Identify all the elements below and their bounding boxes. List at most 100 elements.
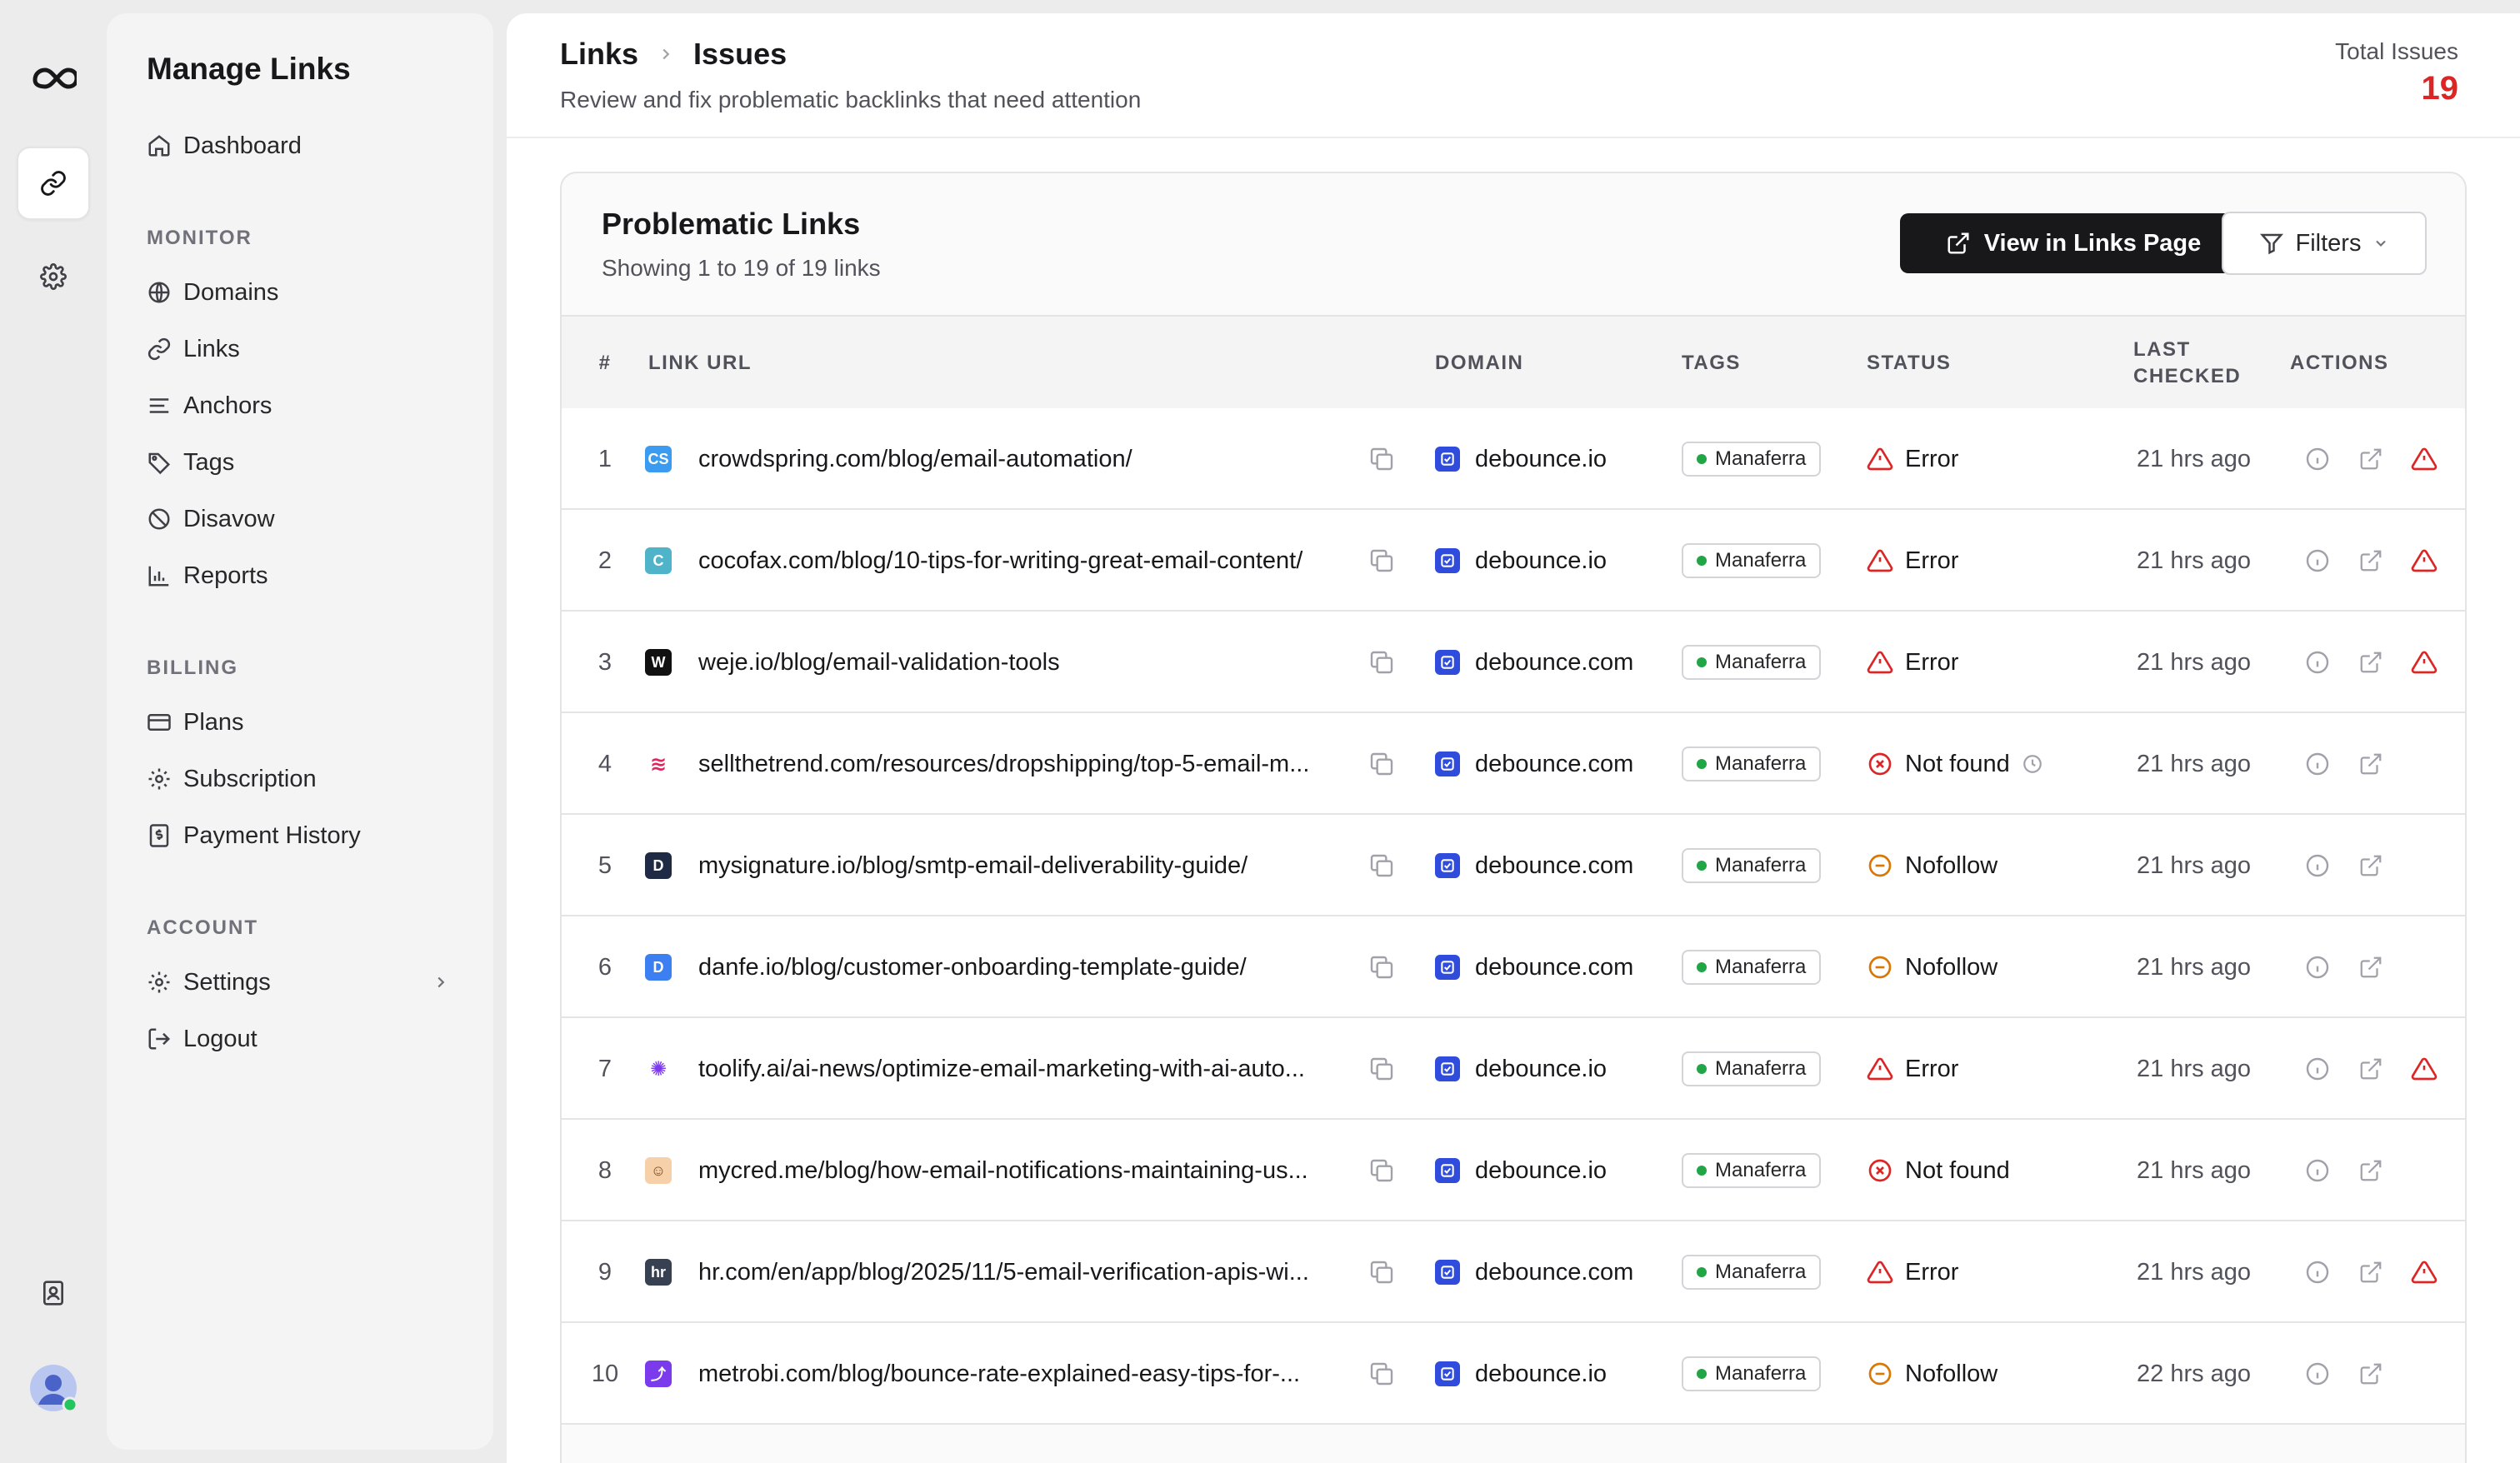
warning-triangle-icon[interactable]: [2410, 1056, 2438, 1082]
copy-icon[interactable]: [1368, 1221, 1398, 1323]
copy-icon[interactable]: [1368, 1323, 1398, 1425]
open-external-icon[interactable]: [2357, 955, 2385, 980]
copy-icon[interactable]: [1368, 612, 1398, 713]
tag-badge[interactable]: Manaferra: [1682, 645, 1822, 680]
warning-triangle-icon[interactable]: [2410, 1259, 2438, 1286]
info-icon[interactable]: [2303, 1056, 2332, 1082]
tag-badge[interactable]: Manaferra: [1682, 442, 1822, 477]
open-external-icon[interactable]: [2357, 548, 2385, 573]
copy-icon[interactable]: [1368, 1120, 1398, 1221]
sidebar-item-reports[interactable]: Reports: [140, 552, 467, 600]
table-row[interactable]: 5 D mysignature.io/blog/smtp-email-deliv…: [562, 815, 2465, 916]
breadcrumb-links[interactable]: Links: [560, 37, 638, 72]
tag-badge[interactable]: Manaferra: [1682, 1051, 1822, 1086]
col-link-url[interactable]: LINK URL: [648, 317, 752, 410]
tag-badge[interactable]: Manaferra: [1682, 1153, 1822, 1188]
open-external-icon[interactable]: [2357, 1158, 2385, 1183]
link-url[interactable]: hr.com/en/app/blog/2025/11/5-email-verif…: [698, 1221, 1348, 1323]
domain-check-icon: [1435, 1056, 1460, 1081]
row-number: 10: [591, 1360, 619, 1387]
tag-badge[interactable]: Manaferra: [1682, 543, 1822, 578]
sidebar-item-links[interactable]: Links: [140, 325, 467, 373]
tag-badge[interactable]: Manaferra: [1682, 950, 1822, 985]
info-icon[interactable]: [2303, 1361, 2332, 1387]
link-url[interactable]: weje.io/blog/email-validation-tools: [698, 612, 1348, 713]
info-icon[interactable]: [2303, 1157, 2332, 1184]
col-tags[interactable]: TAGS: [1682, 317, 1741, 410]
warning-triangle-icon[interactable]: [2410, 547, 2438, 574]
contacts-rail-button[interactable]: [17, 1256, 90, 1330]
status-label: Nofollow: [1905, 851, 1998, 879]
sidebar-item-settings[interactable]: Settings: [140, 958, 467, 1006]
copy-icon[interactable]: [1368, 916, 1398, 1018]
last-checked: 21 hrs ago: [2137, 547, 2252, 574]
open-external-icon[interactable]: [2357, 751, 2385, 776]
open-external-icon[interactable]: [2357, 853, 2385, 878]
sidebar-item-domains[interactable]: Domains: [140, 268, 467, 317]
sidebar-item-payment-history[interactable]: Payment History: [140, 811, 467, 860]
copy-icon[interactable]: [1368, 1018, 1398, 1120]
link-url[interactable]: metrobi.com/blog/bounce-rate-explained-e…: [698, 1323, 1348, 1425]
tag-badge[interactable]: Manaferra: [1682, 1356, 1822, 1391]
avatar[interactable]: [17, 1351, 90, 1425]
copy-icon[interactable]: [1368, 815, 1398, 916]
view-in-links-page-button[interactable]: View in Links Page: [1900, 213, 2247, 273]
warning-triangle-icon[interactable]: [2410, 649, 2438, 676]
table-row[interactable]: 2 C cocofax.com/blog/10-tips-for-writing…: [562, 510, 2465, 612]
sidebar-item-tags[interactable]: Tags: [140, 438, 467, 487]
home-icon: [147, 133, 183, 158]
open-external-icon[interactable]: [2357, 447, 2385, 472]
minus-circle-icon: [1867, 852, 1893, 879]
table-row[interactable]: 7 ✺ toolify.ai/ai-news/optimize-email-ma…: [562, 1018, 2465, 1120]
open-external-icon[interactable]: [2357, 650, 2385, 675]
tag-badge[interactable]: Manaferra: [1682, 746, 1822, 781]
sidebar-item-plans[interactable]: Plans: [140, 698, 467, 746]
sidebar-item-logout[interactable]: Logout: [140, 1015, 467, 1063]
link-url[interactable]: danfe.io/blog/customer-onboarding-templa…: [698, 916, 1348, 1018]
table-row[interactable]: 4 ≋ sellthetrend.com/resources/dropshipp…: [562, 713, 2465, 815]
link-url[interactable]: mycred.me/blog/how-email-notifications-m…: [698, 1120, 1348, 1221]
table-row[interactable]: 1 CS crowdspring.com/blog/email-automati…: [562, 408, 2465, 510]
open-external-icon[interactable]: [2357, 1056, 2385, 1081]
sidebar-item-subscription[interactable]: Subscription: [140, 755, 467, 803]
link-url[interactable]: mysignature.io/blog/smtp-email-deliverab…: [698, 815, 1348, 916]
col-domain[interactable]: DOMAIN: [1435, 317, 1523, 410]
info-icon[interactable]: [2303, 446, 2332, 472]
sidebar-item-anchors[interactable]: Anchors: [140, 382, 467, 430]
links-rail-button[interactable]: [17, 147, 90, 220]
table-row[interactable]: 6 D danfe.io/blog/customer-onboarding-te…: [562, 916, 2465, 1018]
settings-rail-button[interactable]: [17, 240, 90, 313]
col-actions: ACTIONS: [2290, 352, 2389, 374]
warning-triangle-icon[interactable]: [2410, 446, 2438, 472]
copy-icon[interactable]: [1368, 510, 1398, 612]
table-row[interactable]: 10 ⤴ metrobi.com/blog/bounce-rate-explai…: [562, 1323, 2465, 1425]
link-url[interactable]: sellthetrend.com/resources/dropshipping/…: [698, 713, 1348, 815]
sidebar-item-dashboard[interactable]: Dashboard: [140, 122, 467, 170]
col-last-checked[interactable]: LAST CHECKED: [2133, 317, 2250, 410]
info-icon[interactable]: [2303, 1259, 2332, 1286]
link-url[interactable]: toolify.ai/ai-news/optimize-email-market…: [698, 1018, 1348, 1120]
problematic-links-card: Problematic Links Showing 1 to 19 of 19 …: [560, 172, 2467, 1463]
table-row[interactable]: 3 W weje.io/blog/email-validation-tools …: [562, 612, 2465, 713]
info-icon[interactable]: [2303, 547, 2332, 574]
table-row[interactable]: 9 hr hr.com/en/app/blog/2025/11/5-email-…: [562, 1221, 2465, 1323]
info-icon[interactable]: [2303, 954, 2332, 981]
tag-badge[interactable]: Manaferra: [1682, 848, 1822, 883]
link-url[interactable]: cocofax.com/blog/10-tips-for-writing-gre…: [698, 510, 1348, 612]
link-url[interactable]: crowdspring.com/blog/email-automation/: [698, 408, 1348, 510]
copy-icon[interactable]: [1368, 713, 1398, 815]
sidebar-item-disavow[interactable]: Disavow: [140, 495, 467, 543]
open-external-icon[interactable]: [2357, 1361, 2385, 1386]
open-external-icon[interactable]: [2357, 1260, 2385, 1285]
logo-icon[interactable]: [17, 42, 90, 115]
last-checked: 22 hrs ago: [2137, 1360, 2252, 1387]
tag-badge[interactable]: Manaferra: [1682, 1255, 1822, 1290]
filters-button[interactable]: Filters: [2222, 212, 2427, 275]
info-icon[interactable]: [2303, 852, 2332, 879]
info-icon[interactable]: [2303, 649, 2332, 676]
tag-label: Manaferra: [1715, 1057, 1807, 1080]
col-status[interactable]: STATUS: [1867, 317, 1951, 410]
table-row[interactable]: 8 ☺ mycred.me/blog/how-email-notificatio…: [562, 1120, 2465, 1221]
copy-icon[interactable]: [1368, 408, 1398, 510]
info-icon[interactable]: [2303, 751, 2332, 777]
